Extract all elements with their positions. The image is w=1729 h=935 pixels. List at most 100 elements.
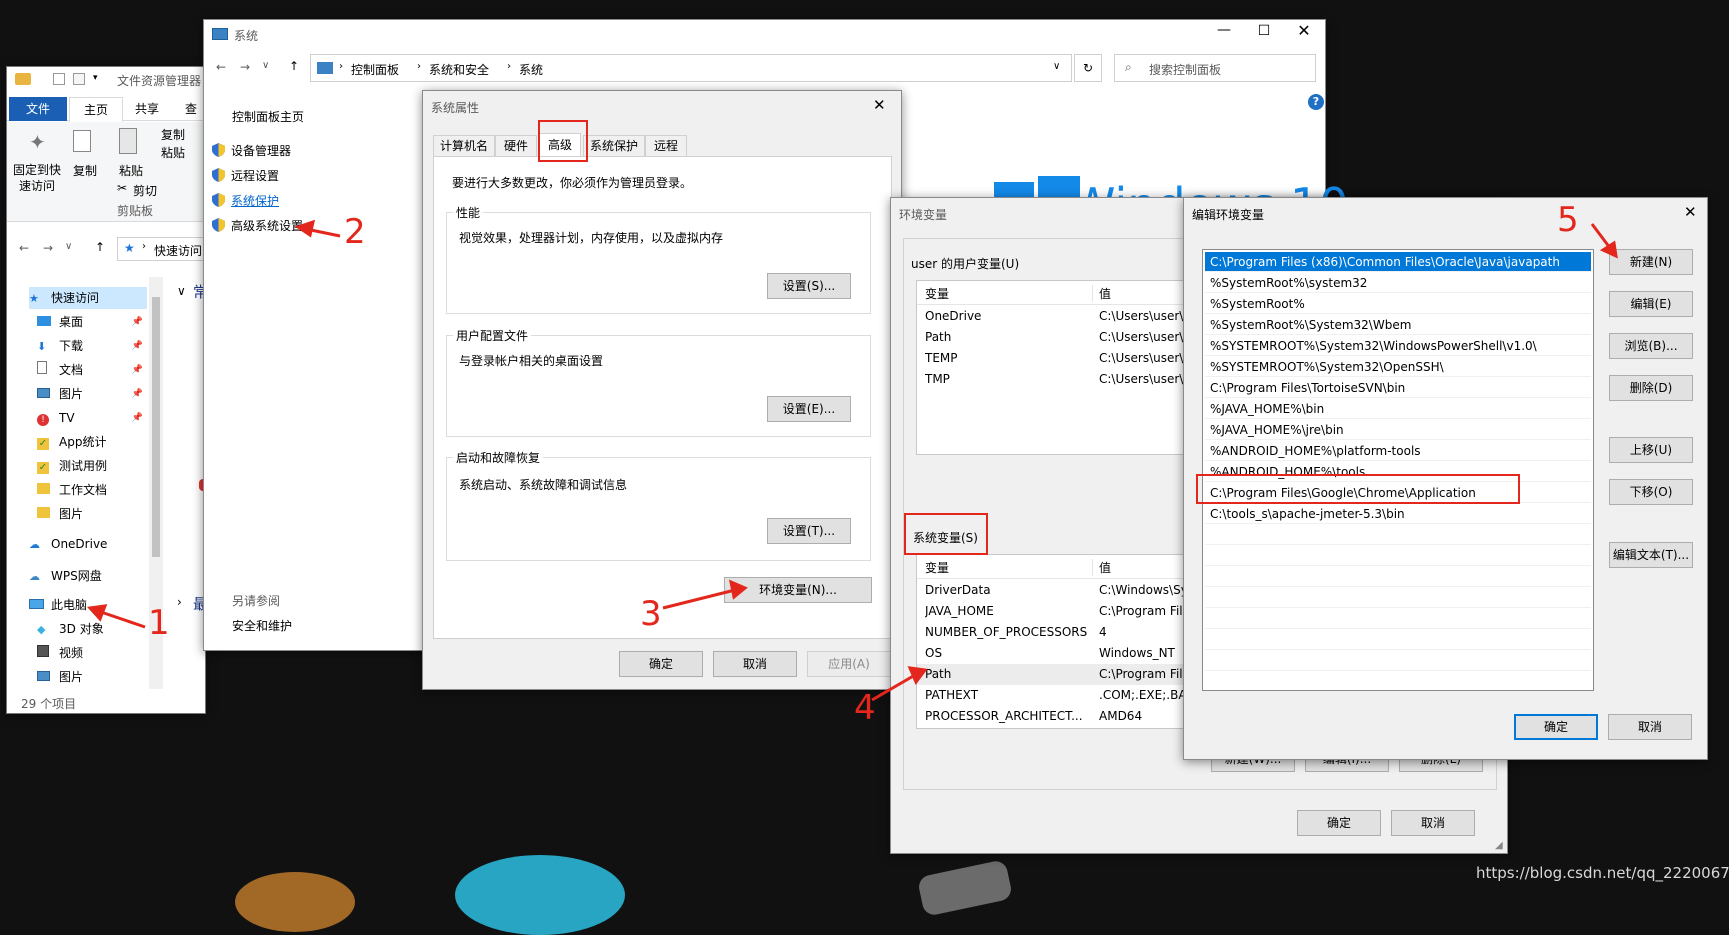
scroll-thumb[interactable] [152,297,160,557]
nav-item[interactable]: ☁ OneDrive [29,533,147,555]
close-icon[interactable]: ✕ [1684,203,1697,221]
sysprops-ok-button[interactable]: 确定 [619,651,703,677]
minimize-icon[interactable]: — [1204,22,1244,38]
pin-icon[interactable]: 📌 [132,407,143,429]
copy-path-button[interactable]: 复制 [161,126,185,143]
path-entry[interactable]: %JAVA_HOME%\bin [1205,399,1591,419]
tab-hardware[interactable]: 硬件 [495,135,537,157]
delete-entry-button[interactable]: 删除(D) [1609,375,1693,401]
nav-item[interactable]: 工作文档 [37,479,147,501]
path-entry[interactable]: %SystemRoot%\System32\Wbem [1205,315,1591,335]
new-entry-button[interactable]: 新建(N) [1609,249,1693,275]
nav-item[interactable]: ⬇ 下载 📌 [37,335,147,357]
dropdown-icon[interactable]: ▾ [93,73,98,83]
dropdown-icon[interactable]: ∨ [65,241,72,252]
nav-item[interactable]: 视频 [37,642,147,664]
refresh-button[interactable]: ↻ [1074,54,1102,82]
path-entry[interactable]: C:\Program Files (x86)\Common Files\Orac… [1205,252,1591,272]
breadcrumb-system[interactable]: 系统 [519,61,543,78]
back-arrow-icon[interactable]: ← [19,241,29,255]
nav-item[interactable]: 此电脑 [29,594,147,616]
pin-quick-access-button[interactable]: 固定到快速访问 [13,162,61,194]
path-entry[interactable]: C:\Program Files\TortoiseSVN\bin [1205,378,1591,398]
pin-icon[interactable]: 📌 [132,383,143,405]
col-header-value[interactable]: 值 [1092,285,1111,302]
nav-item[interactable]: ! TV 📌 [37,407,147,429]
envvars-ok-button[interactable]: 确定 [1297,810,1381,836]
nav-item[interactable]: ✓ App统计 [37,431,147,453]
dropdown-icon[interactable]: ∨ [262,60,269,71]
pin-icon[interactable]: 📌 [132,335,143,357]
nav-item[interactable]: ☁ WPS网盘 [29,565,147,587]
editenv-cancel-button[interactable]: 取消 [1608,714,1692,740]
col-header-variable[interactable]: 变量 [925,285,949,302]
nav-item[interactable]: 图片 [37,503,147,525]
performance-settings-button[interactable]: 设置(S)... [767,273,851,299]
path-entry[interactable]: %SYSTEMROOT%\System32\OpenSSH\ [1205,357,1591,377]
tab-share[interactable]: 共享 [135,97,159,121]
maximize-icon[interactable]: ☐ [1244,23,1284,39]
path-entry[interactable]: %SystemRoot%\system32 [1205,273,1591,293]
up-arrow-icon[interactable]: ↑ [95,240,105,254]
tab-remote[interactable]: 远程 [645,135,687,157]
tab-home[interactable]: 主页 [69,97,123,122]
nav-item[interactable]: ★ 快速访问 [29,287,147,309]
control-panel-home-link[interactable]: 控制面板主页 [232,108,304,125]
page-icon[interactable] [73,73,85,85]
cut-button[interactable]: 剪切 [133,182,157,199]
path-entry[interactable]: %SYSTEMROOT%\System32\WindowsPowerShell\… [1205,336,1591,356]
breadcrumb[interactable]: › 控制面板 › 系统和安全 › 系统 ∨ [310,54,1072,82]
tab-system-protection[interactable]: 系统保护 [583,135,645,157]
path-entries-list[interactable]: C:\Program Files (x86)\Common Files\Orac… [1202,249,1594,692]
resize-grip-icon[interactable]: ◢ [1495,840,1503,851]
col-header-value[interactable]: 值 [1092,559,1111,576]
paste-button[interactable]: 粘贴 [119,162,143,179]
security-maintenance-link[interactable]: 安全和维护 [232,617,292,634]
up-arrow-icon[interactable]: ↑ [289,59,299,73]
chevron-right-icon[interactable]: › [177,595,182,609]
tab-file[interactable]: 文件 [9,97,67,121]
path-entry[interactable]: %JAVA_HOME%\jre\bin [1205,420,1591,440]
side-link-system-protection[interactable]: 系统保护 [212,192,279,209]
environment-variables-button[interactable]: 环境变量(N)... [724,577,872,603]
startup-recovery-settings-button[interactable]: 设置(T)... [767,518,851,544]
nav-item[interactable]: 图片 📌 [37,383,147,405]
side-link-advanced-settings[interactable]: 高级系统设置 [212,217,303,234]
side-link-remote-settings[interactable]: 远程设置 [212,167,279,184]
envvars-cancel-button[interactable]: 取消 [1391,810,1475,836]
editenv-ok-button[interactable]: 确定 [1514,714,1598,740]
nav-item[interactable]: ✓ 测试用例 [37,455,147,477]
edit-text-button[interactable]: 编辑文本(T)... [1609,542,1693,568]
sysprops-apply-button[interactable]: 应用(A) [807,651,891,677]
browse-button[interactable]: 浏览(B)... [1609,333,1693,359]
forward-arrow-icon[interactable]: → [43,241,53,255]
search-input[interactable]: ⌕ 搜索控制面板 [1114,54,1316,82]
nav-item[interactable]: 桌面 📌 [37,311,147,333]
move-down-button[interactable]: 下移(O) [1609,479,1693,505]
back-arrow-icon[interactable]: ← [216,60,226,74]
path-entry[interactable]: %ANDROID_HOME%\platform-tools [1205,441,1591,461]
chevron-down-icon[interactable]: ∨ [1053,61,1060,72]
address-field[interactable]: ★ › 快速访问 [117,237,205,261]
breadcrumb-control-panel[interactable]: 控制面板 [351,61,399,78]
pin-icon[interactable]: 📌 [132,311,143,333]
copy-button[interactable]: 复制 [73,162,97,179]
col-header-variable[interactable]: 变量 [925,559,949,576]
side-link-device-manager[interactable]: 设备管理器 [212,142,291,159]
sysprops-cancel-button[interactable]: 取消 [713,651,797,677]
nav-item[interactable]: 图片 [37,666,147,688]
user-profile-settings-button[interactable]: 设置(E)... [767,396,851,422]
path-entry[interactable]: %SystemRoot% [1205,294,1591,314]
nav-item[interactable]: ◆ 3D 对象 [37,618,147,640]
checkbox-icon[interactable] [53,73,65,85]
close-icon[interactable]: ✕ [1284,21,1324,40]
edit-entry-button[interactable]: 编辑(E) [1609,291,1693,317]
close-icon[interactable]: ✕ [873,96,886,114]
paste-shortcut-button[interactable]: 粘贴 [161,144,185,161]
move-up-button[interactable]: 上移(U) [1609,437,1693,463]
nav-item[interactable]: 文档 📌 [37,359,147,381]
help-icon[interactable]: ? [1308,94,1324,110]
forward-arrow-icon[interactable]: → [240,60,250,74]
chevron-down-icon[interactable]: ∨ [177,284,186,298]
breadcrumb-security[interactable]: 系统和安全 [429,61,489,78]
